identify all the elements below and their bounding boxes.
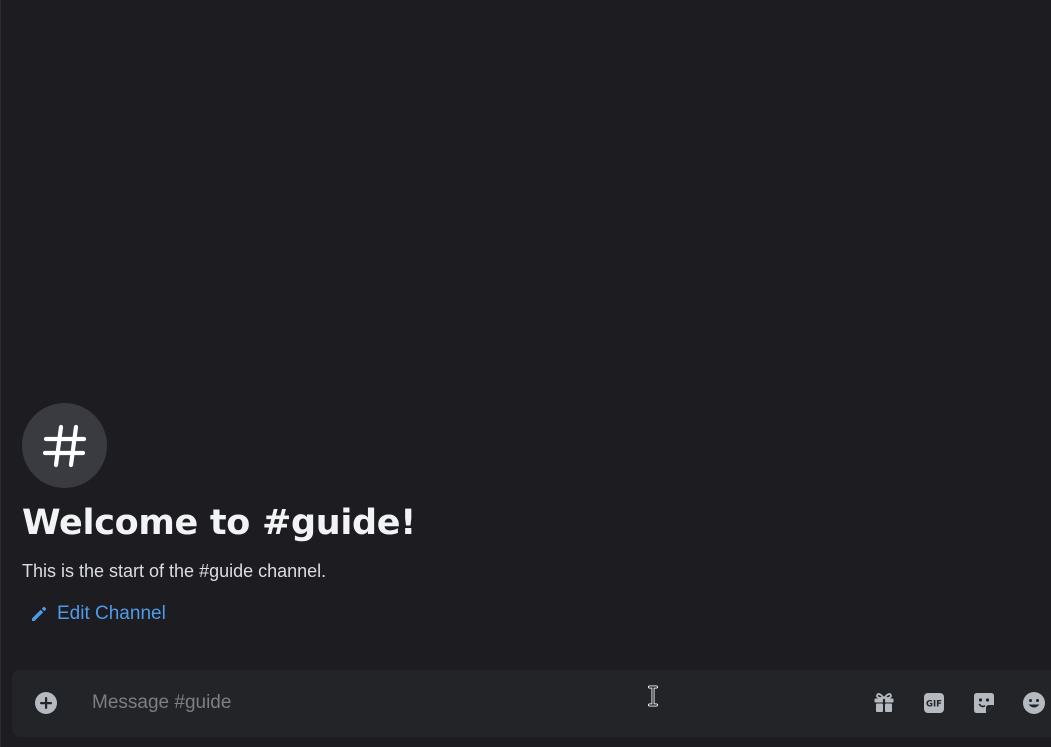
svg-text:GIF: GIF: [926, 700, 942, 710]
message-composer: GIF: [12, 670, 1051, 737]
add-attachment-button[interactable]: [34, 691, 58, 715]
sticker-button[interactable]: [972, 691, 996, 715]
emoji-icon: [1023, 692, 1045, 714]
message-input[interactable]: [92, 688, 852, 718]
gif-button[interactable]: GIF: [922, 691, 946, 715]
edit-channel-label: Edit Channel: [57, 603, 166, 624]
welcome-subtitle: This is the start of the #guide channel.: [22, 561, 327, 581]
welcome-title: Welcome to #guide!: [22, 503, 416, 543]
sticker-icon: [974, 693, 994, 713]
gif-icon: GIF: [924, 693, 944, 713]
chat-view: Welcome to #guide! This is the start of …: [0, 0, 1051, 747]
pencil-icon: [32, 606, 47, 621]
plus-circle-icon: [35, 692, 57, 714]
text-cursor-icon: [648, 685, 658, 707]
edit-channel-link[interactable]: Edit Channel: [29, 603, 166, 625]
gift-icon: [874, 693, 894, 712]
hash-icon: [42, 424, 86, 467]
channel-avatar: [22, 403, 107, 488]
channel-welcome: [22, 403, 107, 488]
gift-button[interactable]: [872, 691, 896, 715]
emoji-button[interactable]: [1022, 691, 1046, 715]
